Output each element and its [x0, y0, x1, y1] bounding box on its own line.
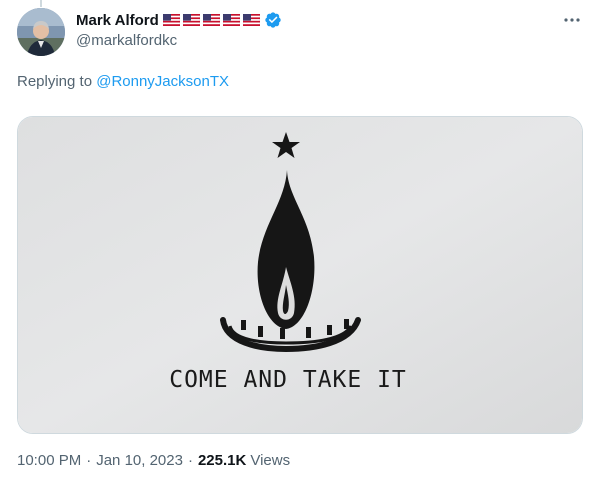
replying-to-label: Replying to [17, 73, 97, 90]
image-caption-text: COME AND TAKE IT [169, 367, 407, 393]
avatar-photo [17, 8, 65, 56]
avatar[interactable] [17, 8, 65, 56]
thread-connector-line [40, 0, 42, 7]
tweet-metadata: 10:00 PM · Jan 10, 2023 · 225.1K Views [17, 452, 290, 469]
replying-to-line: Replying to @RonnyJacksonTX [17, 73, 229, 90]
flag-emoji-group [162, 14, 260, 26]
tweet-time-link[interactable]: 10:00 PM [17, 452, 81, 469]
separator-dot: · [86, 452, 92, 469]
tweet-header: Mark Alford [76, 10, 282, 30]
reply-to-mention-link[interactable]: @RonnyJacksonTX [96, 73, 229, 90]
views-count: 225.1K [197, 452, 247, 469]
verified-badge-icon [265, 12, 281, 28]
separator-dot: · [187, 452, 193, 469]
us-flag-icon [182, 14, 200, 26]
author-handle[interactable]: @markalfordkc [76, 32, 177, 49]
tweet-image[interactable]: COME AND TAKE IT [17, 116, 583, 434]
more-options-button[interactable] [562, 10, 582, 30]
us-flag-icon [222, 14, 240, 26]
tweet-date-link[interactable]: Jan 10, 2023 [96, 452, 183, 469]
author-name[interactable]: Mark Alford [76, 12, 159, 29]
us-flag-icon [162, 14, 180, 26]
us-flag-icon [202, 14, 220, 26]
flag-drawing-image: COME AND TAKE IT [18, 117, 582, 433]
us-flag-icon [242, 14, 260, 26]
views-label: Views [250, 452, 291, 469]
more-horizontal-icon [564, 18, 580, 22]
